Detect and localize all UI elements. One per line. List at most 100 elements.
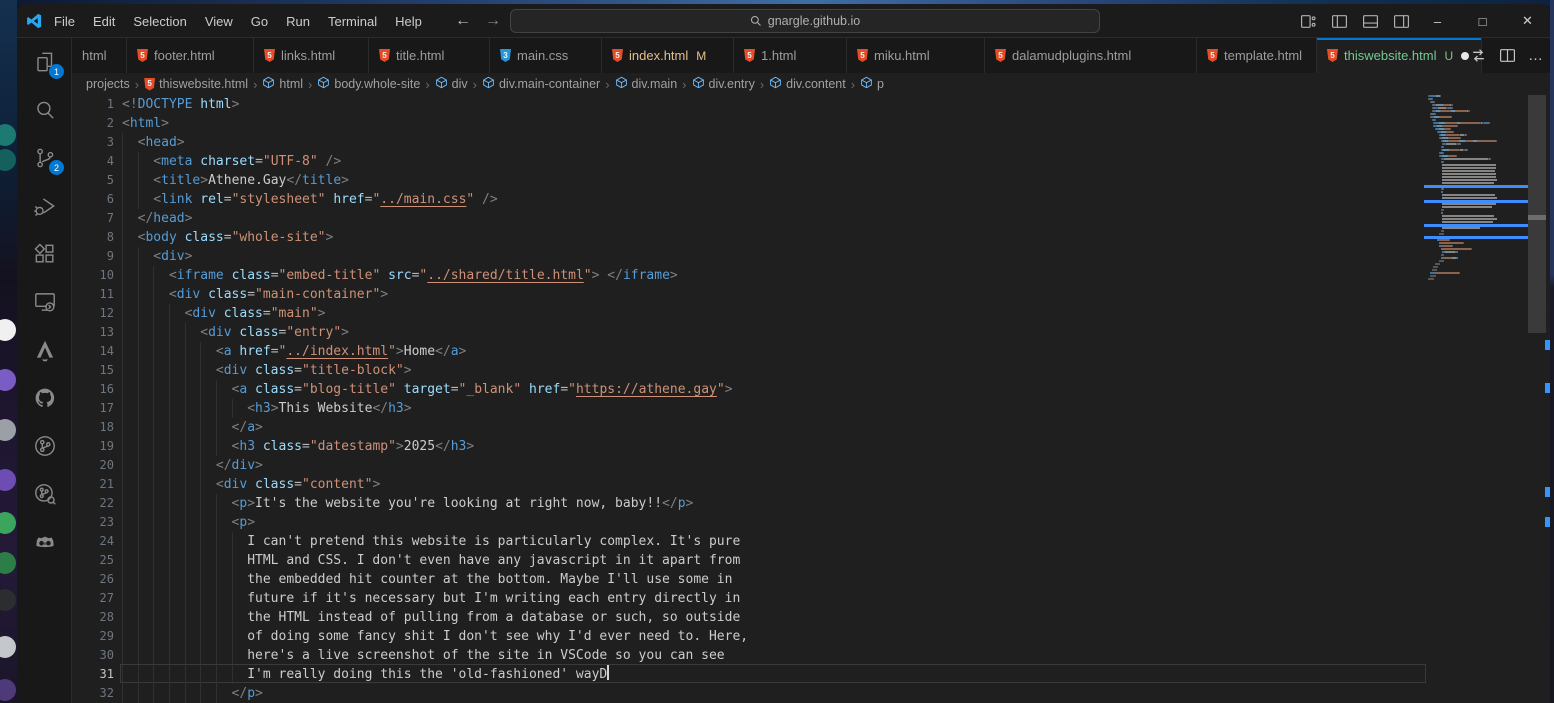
activity-gitlens-inspect-icon[interactable] — [17, 470, 72, 518]
minimap-line — [1430, 272, 1461, 274]
toggle-primary-sidebar-icon[interactable] — [1331, 13, 1348, 30]
minimize-button[interactable]: – — [1415, 4, 1460, 38]
breadcrumb-item-div.entry[interactable]: div.entry — [692, 76, 755, 92]
code-line-8: <body class="whole-site"> — [122, 228, 333, 247]
menu-terminal[interactable]: Terminal — [319, 10, 386, 33]
activity-godot-tools-icon[interactable] — [17, 518, 72, 566]
code-line-18: </a> — [122, 418, 263, 437]
minimap-line — [1441, 209, 1444, 211]
tab-label: dalamudplugins.html — [1012, 48, 1131, 63]
breadcrumb-separator-icon: › — [252, 77, 258, 92]
open-changes-icon[interactable] — [1470, 47, 1487, 64]
split-editor-icon[interactable] — [1499, 47, 1516, 64]
toggle-panel-icon[interactable] — [1362, 13, 1379, 30]
activity-github-icon[interactable] — [17, 374, 72, 422]
breadcrumb-item-thiswebsite.html[interactable]: 5thiswebsite.html — [144, 77, 248, 91]
symbol-cube-icon — [317, 76, 330, 92]
tab-title.html[interactable]: 5title.html — [369, 38, 490, 73]
line-number: 16 — [72, 380, 114, 399]
activity-explorer-icon[interactable]: 1 — [17, 38, 72, 86]
activity-a-extension-icon[interactable] — [17, 326, 72, 374]
tab-footer.html[interactable]: 5footer.html — [127, 38, 254, 73]
breadcrumb-item-p[interactable]: p — [860, 76, 884, 92]
menu-file[interactable]: File — [45, 10, 84, 33]
menu-selection[interactable]: Selection — [124, 10, 195, 33]
breadcrumb-item-projects[interactable]: projects — [86, 77, 130, 91]
code-line-6: <link rel="stylesheet" href="../main.css… — [122, 190, 498, 209]
vertical-scrollbar[interactable] — [1528, 95, 1546, 333]
menu-edit[interactable]: Edit — [84, 10, 124, 33]
code-line-5: <title>Athene.Gay</title> — [122, 171, 349, 190]
symbol-cube-icon — [860, 76, 873, 92]
forward-arrow-icon[interactable]: → — [485, 12, 501, 30]
screen: FileEditSelectionViewGoRunTerminalHelp ←… — [0, 0, 1554, 703]
toggle-secondary-sidebar-icon[interactable] — [1393, 13, 1410, 30]
background-app-icon — [0, 419, 16, 441]
layout-controls — [1300, 4, 1410, 38]
tab-label: 1.html — [761, 48, 796, 63]
breadcrumb-item-div.content[interactable]: div.content — [769, 76, 846, 92]
tab-dalamudplugins.html[interactable]: 5dalamudplugins.html — [985, 38, 1197, 73]
tab-1.html[interactable]: 51.html — [734, 38, 847, 73]
activity-search-icon[interactable] — [17, 86, 72, 134]
code-editor[interactable]: 1<!DOCTYPE html>2<html>3<head>4<meta cha… — [72, 95, 1550, 703]
minimap-line — [1442, 215, 1494, 217]
minimap-line — [1442, 164, 1496, 166]
code-line-17: <h3>This Website</h3> — [122, 399, 412, 418]
code-line-12: <div class="main"> — [122, 304, 326, 323]
code-line-32: </p> — [122, 684, 263, 703]
command-center-search[interactable]: gnargle.github.io — [510, 9, 1100, 33]
menu-view[interactable]: View — [196, 10, 242, 33]
unsaved-dot-icon[interactable] — [1461, 52, 1469, 60]
tab-index.html[interactable]: 5index.htmlM — [602, 38, 734, 73]
minimap-highlight-line — [1424, 200, 1528, 203]
code-line-31: I'm really doing this the 'old-fashioned… — [122, 665, 609, 684]
minimap-line — [1442, 251, 1457, 253]
tab-links.html[interactable]: 5links.html — [254, 38, 369, 73]
line-number: 12 — [72, 304, 114, 323]
code-line-2: <html> — [122, 114, 169, 133]
breadcrumb-item-body.whole-site[interactable]: body.whole-site — [317, 76, 420, 92]
breadcrumb-item-html[interactable]: html — [262, 76, 303, 92]
tab-main.css[interactable]: 3main.css — [490, 38, 602, 73]
breadcrumb-item-div[interactable]: div — [435, 76, 468, 92]
close-button[interactable]: ✕ — [1505, 4, 1550, 38]
tab-html[interactable]: html — [72, 38, 127, 73]
menu-run[interactable]: Run — [277, 10, 319, 33]
menu-go[interactable]: Go — [242, 10, 277, 33]
more-actions-icon[interactable]: … — [1528, 47, 1544, 64]
back-arrow-icon[interactable]: ← — [455, 12, 471, 30]
tab-miku.html[interactable]: 5miku.html — [847, 38, 985, 73]
activity-source-control-icon[interactable]: 2 — [17, 134, 72, 182]
minimap-line — [1441, 158, 1492, 160]
activity-extensions-icon[interactable] — [17, 230, 72, 278]
breadcrumb-item-div.main[interactable]: div.main — [615, 76, 678, 92]
code-line-24: I can't pretend this website is particul… — [122, 532, 740, 551]
activity-run-debug-icon[interactable] — [17, 182, 72, 230]
html-file-icon: 5 — [1327, 49, 1338, 62]
minimap-line — [1441, 212, 1444, 214]
tab-thiswebsite.html[interactable]: 5thiswebsite.htmlU — [1317, 38, 1482, 73]
minimap-line — [1439, 233, 1444, 235]
activity-gitlens-icon[interactable] — [17, 422, 72, 470]
code-line-13: <div class="entry"> — [122, 323, 349, 342]
activity-remote-explorer-icon[interactable] — [17, 278, 72, 326]
minimap-line — [1439, 245, 1454, 247]
minimap-line — [1441, 140, 1497, 142]
background-app-icon — [0, 552, 16, 574]
line-number: 19 — [72, 437, 114, 456]
code-line-25: HTML and CSS. I don't even have any java… — [122, 551, 740, 570]
customize-layout-icon[interactable] — [1300, 13, 1317, 30]
minimap-line — [1442, 194, 1495, 196]
minimap-line — [1441, 188, 1445, 190]
minimap-line — [1441, 149, 1468, 151]
overview-ruler-mark — [1545, 517, 1550, 527]
tab-template.html[interactable]: 5template.html — [1197, 38, 1317, 73]
breadcrumb-separator-icon: › — [307, 77, 313, 92]
maximize-button[interactable]: □ — [1460, 4, 1505, 38]
menu-help[interactable]: Help — [386, 10, 431, 33]
code-line-26: the embedded hit counter at the bottom. … — [122, 570, 732, 589]
minimap-line — [1439, 155, 1457, 157]
breadcrumb-item-div.main-container[interactable]: div.main-container — [482, 76, 600, 92]
minimap-line — [1430, 275, 1436, 277]
